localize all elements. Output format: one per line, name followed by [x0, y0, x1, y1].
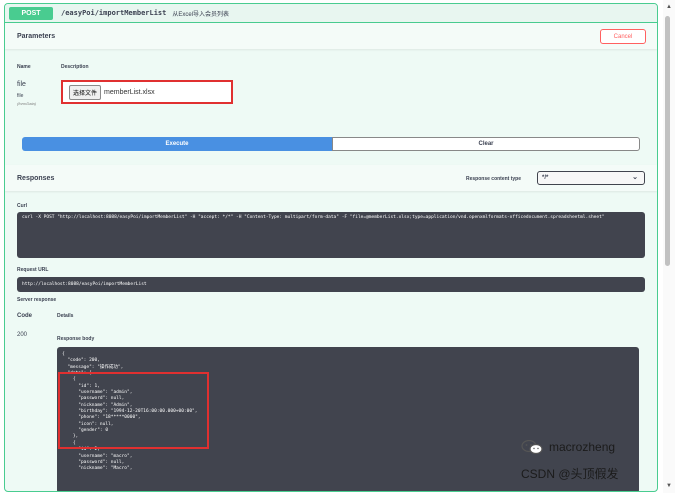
server-response-label: Server response: [17, 297, 57, 303]
code-column-header: Code: [17, 313, 32, 319]
selected-file-name: memberList.xlsx: [104, 88, 155, 96]
operation-summary: 从Excel导入会员列表: [172, 11, 230, 18]
scrollbar-thumb[interactable]: [665, 16, 670, 266]
watermark-name: macrozheng: [549, 440, 616, 454]
parameters-title: Parameters: [17, 32, 56, 40]
clear-button[interactable]: Clear: [332, 137, 640, 151]
method-badge: POST: [9, 6, 53, 20]
response-content-type-label: Response content type: [466, 176, 522, 182]
param-type: file: [17, 93, 24, 99]
operation-header[interactable]: POST /easyPoi/importMemberList 从Excel导入会…: [5, 4, 657, 23]
curl-label: Curl: [17, 203, 27, 209]
request-url: http://localhost:8088/easyPoi/importMemb…: [17, 277, 645, 292]
choose-file-button[interactable]: 选择文件: [69, 84, 102, 100]
curl-command: curl -X POST "http://localhost:8088/easy…: [17, 212, 645, 258]
param-location: (formData): [17, 101, 37, 106]
request-url-label: Request URL: [17, 267, 49, 273]
execute-button[interactable]: Execute: [22, 137, 332, 151]
param-name: file: [17, 81, 26, 88]
details-column-header: Details: [57, 313, 74, 319]
status-code: 200: [17, 332, 28, 338]
wechat-icon: [521, 440, 543, 454]
response-body-label: Response body: [57, 336, 95, 342]
scroll-up-icon[interactable]: ▲: [664, 2, 674, 12]
scroll-down-icon[interactable]: ▼: [664, 481, 674, 491]
file-input[interactable]: 选择文件 memberList.xlsx: [61, 80, 233, 104]
responses-title: Responses: [17, 174, 55, 182]
body-line: "nickname": "Macro",: [62, 466, 133, 472]
column-name-header: Name: [17, 64, 31, 70]
csdn-watermark: CSDN @头顶假发: [521, 467, 619, 481]
response-content-type-value: */*: [542, 175, 549, 181]
parameters-header: Parameters Cancel: [5, 23, 657, 49]
cancel-button[interactable]: Cancel: [600, 29, 646, 44]
highlight-box: [58, 372, 209, 449]
chevron-down-icon: ⌄: [632, 174, 638, 181]
watermark: macrozheng: [521, 440, 615, 454]
column-description-header: Description: [61, 64, 89, 70]
response-content-type-select[interactable]: */* ⌄: [537, 171, 645, 185]
operation-path: /easyPoi/importMemberList: [61, 9, 167, 17]
